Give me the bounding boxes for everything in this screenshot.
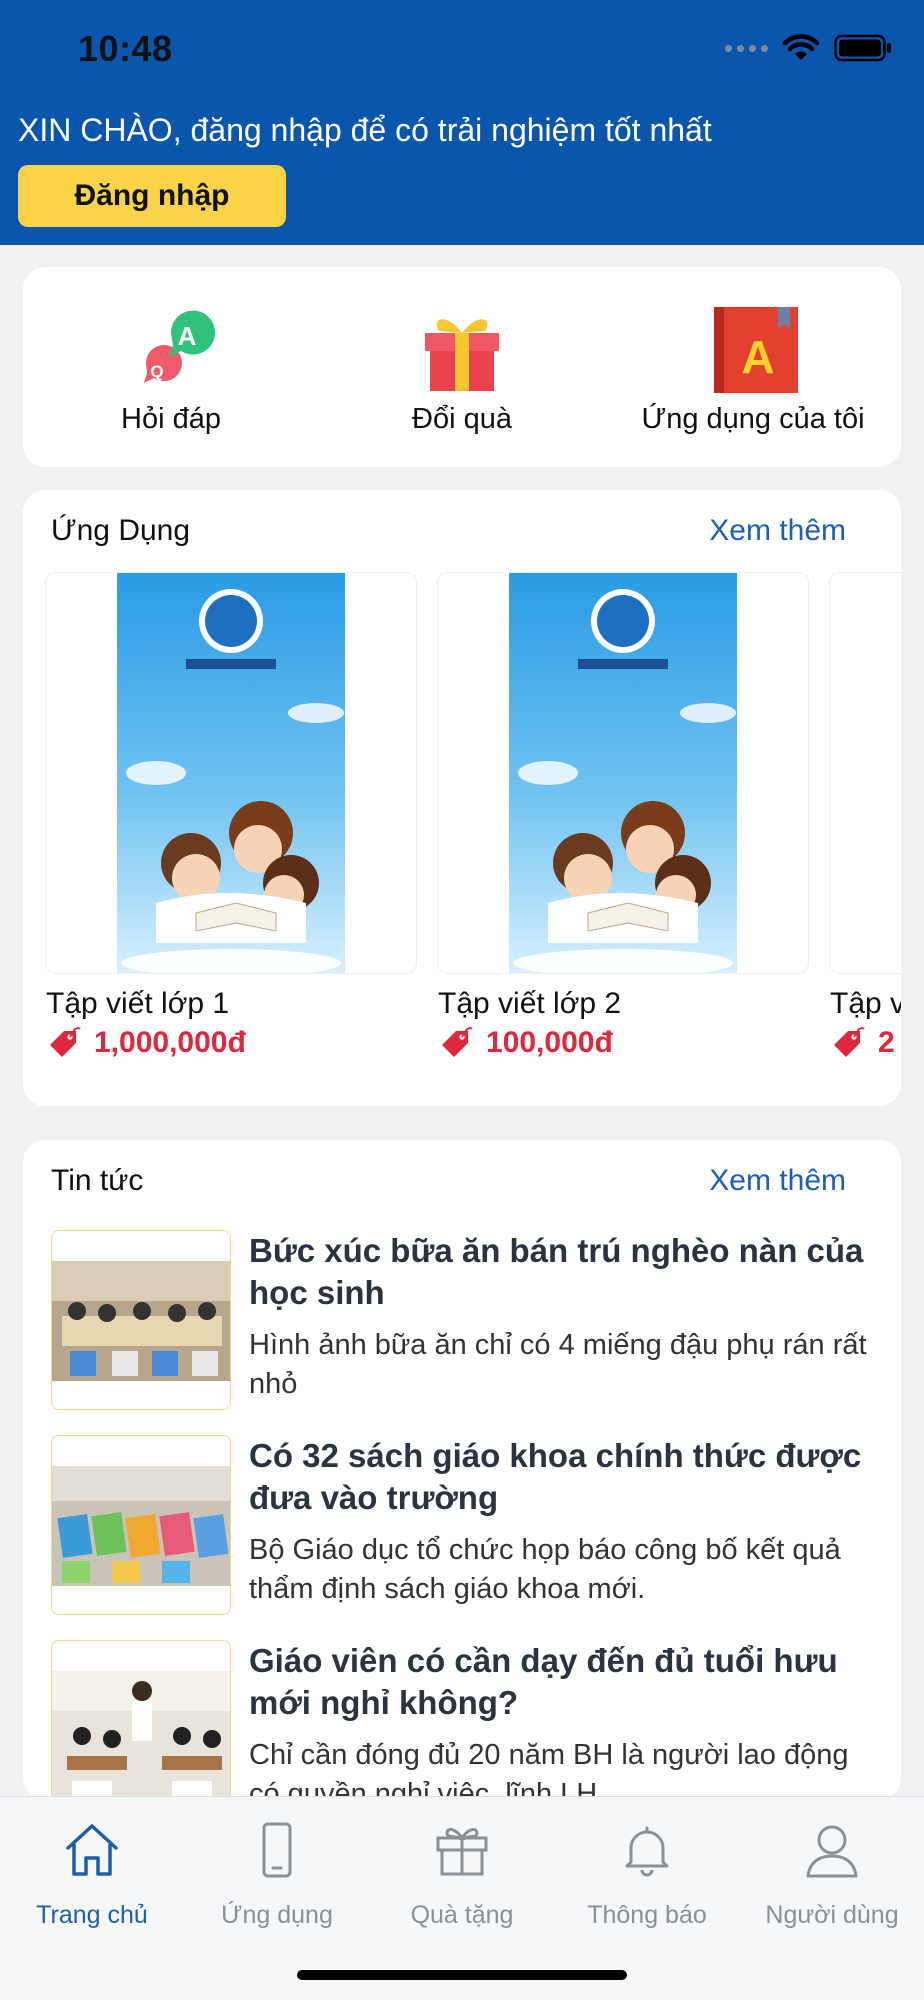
- app-name: Tập viết lớp 2: [438, 987, 622, 1020]
- news-title: Có 32 sách giáo khoa chính thức được đưa…: [249, 1437, 862, 1516]
- quick-action-my-apps[interactable]: A Ứng dụng của tôi: [623, 305, 883, 436]
- tab-label: Quà tặng: [410, 1901, 514, 1929]
- news-thumbnail: [51, 1435, 231, 1615]
- quick-actions-card: Q A Hỏi đáp Đổi quà A Ứng dụng của tôi: [23, 267, 901, 467]
- price-tag-icon: [50, 1027, 81, 1057]
- signal-icon: [725, 44, 768, 52]
- quick-action-gift[interactable]: Đổi quà: [332, 305, 592, 436]
- apps-section-title: Ứng Dụng: [51, 514, 191, 547]
- app-name: Tập v: [830, 987, 901, 1020]
- svg-text:A: A: [178, 321, 197, 351]
- battery-icon: [834, 34, 891, 62]
- app-card[interactable]: Tập v 2: [830, 573, 901, 1061]
- app-price-value: 100,000đ: [486, 1026, 613, 1059]
- app-price-value: 1,000,000đ: [94, 1026, 246, 1059]
- book-a-icon: A: [714, 307, 798, 393]
- apps-section: Ứng Dụng Xem thêm Tập viết lớp 1 1,000,0…: [23, 490, 901, 1106]
- user-icon: [806, 1825, 858, 1878]
- news-see-more-link[interactable]: Xem thêm: [709, 1164, 846, 1198]
- tab-label: Ứng dụng: [221, 1901, 333, 1929]
- news-thumbnail: [51, 1640, 231, 1800]
- app-price-value: 2: [878, 1026, 895, 1059]
- wifi-icon: [782, 34, 820, 60]
- quick-action-label: Ứng dụng của tôi: [641, 403, 865, 435]
- apps-see-more-link[interactable]: Xem thêm: [709, 514, 846, 548]
- news-description: Chỉ cần đóng đủ 20 năm BH là người lao đ…: [249, 1739, 849, 1800]
- app-cover-image: [438, 573, 808, 973]
- quick-action-label: Hỏi đáp: [121, 403, 221, 435]
- svg-text:A: A: [741, 331, 774, 383]
- bell-icon: [625, 1826, 669, 1877]
- app-price: 2: [830, 1025, 901, 1061]
- news-title: Giáo viên có cần dạy đến đủ tuổi hưu mới…: [249, 1642, 838, 1721]
- gift-icon: [425, 319, 499, 391]
- price-tag-icon: [834, 1027, 865, 1057]
- tab-notifications[interactable]: Thông báo: [555, 1815, 739, 1930]
- app-price: 1,000,000đ: [46, 1025, 416, 1061]
- news-item[interactable]: Bức xúc bữa ăn bán trú nghèo nàn của học…: [51, 1230, 881, 1410]
- news-title: Bức xúc bữa ăn bán trú nghèo nàn của học…: [249, 1232, 864, 1311]
- login-button[interactable]: Đăng nhập: [18, 165, 286, 227]
- tab-label: Thông báo: [587, 1901, 707, 1929]
- app-cover-image: [830, 573, 901, 973]
- news-thumbnail: [51, 1230, 231, 1410]
- tab-label: Người dùng: [765, 1901, 899, 1929]
- news-item[interactable]: Giáo viên có cần dạy đến đủ tuổi hưu mới…: [51, 1640, 881, 1800]
- news-section-title: Tin tức: [51, 1164, 144, 1197]
- tab-user[interactable]: Người dùng: [740, 1815, 924, 1930]
- tab-apps[interactable]: Ứng dụng: [185, 1815, 369, 1930]
- home-indicator: [297, 1970, 627, 1980]
- home-icon: [66, 1824, 118, 1876]
- price-tag-icon: [442, 1027, 473, 1057]
- svg-text:Q: Q: [150, 362, 163, 381]
- news-description: Bộ Giáo dục tổ chức họp báo công bố kết …: [249, 1534, 841, 1605]
- app-cover-image: [46, 573, 416, 973]
- quick-action-qa[interactable]: Q A Hỏi đáp: [41, 305, 301, 436]
- status-time: 10:48: [78, 28, 173, 69]
- header: 10:48 XIN CHÀO, đăng nhập để có trải ngh…: [0, 0, 924, 245]
- quick-action-label: Đổi quà: [412, 403, 512, 435]
- tab-gifts[interactable]: Quà tặng: [370, 1815, 554, 1930]
- gift-outline-icon: [436, 1828, 488, 1876]
- news-item[interactable]: Có 32 sách giáo khoa chính thức được đưa…: [51, 1435, 881, 1615]
- tab-label: Trang chủ: [36, 1901, 148, 1929]
- news-description: Hình ảnh bữa ăn chỉ có 4 miếng đậu phụ r…: [249, 1329, 867, 1400]
- status-icons: [725, 34, 892, 62]
- app-name: Tập viết lớp 1: [46, 987, 230, 1020]
- app-card[interactable]: Tập viết lớp 1 1,000,000đ: [46, 573, 416, 1061]
- news-section: Tin tức Xem thêm Bức xúc bữa ăn bán trú …: [23, 1140, 901, 1800]
- app-card[interactable]: Tập viết lớp 2 100,000đ: [438, 573, 808, 1061]
- phone-icon: [262, 1822, 292, 1878]
- app-price: 100,000đ: [438, 1025, 808, 1061]
- tab-home[interactable]: Trang chủ: [0, 1815, 184, 1930]
- qa-bubbles-icon: Q A: [144, 310, 215, 383]
- greeting-text: XIN CHÀO, đăng nhập để có trải nghiệm tố…: [18, 112, 712, 148]
